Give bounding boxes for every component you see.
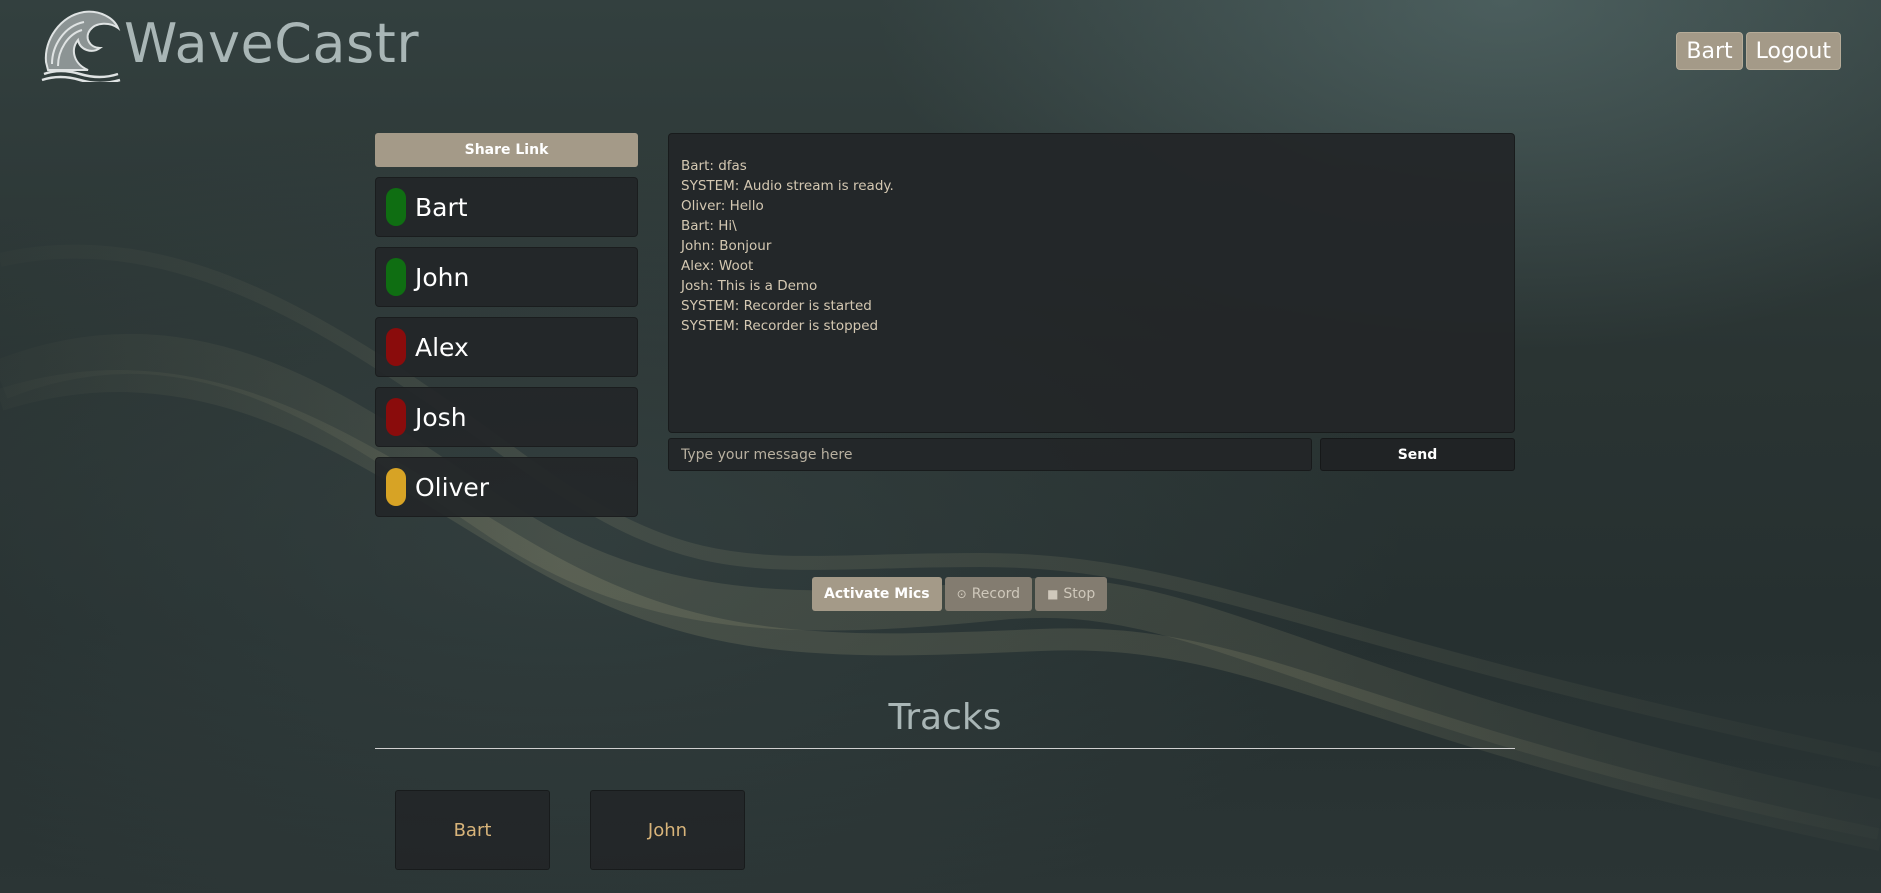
share-link-button[interactable]: Share Link [375, 133, 638, 167]
user-card: Oliver [375, 457, 638, 517]
record-label: Record [971, 586, 1021, 602]
record-circle-icon: ⊙ [956, 587, 967, 601]
activate-mics-button[interactable]: Activate Mics [812, 577, 942, 611]
user-list: Bart John Alex Josh Oliver [375, 177, 638, 527]
mic-status-indicator [386, 398, 406, 436]
track-card[interactable]: Bart [395, 790, 550, 870]
stop-button[interactable]: ■ Stop [1035, 577, 1108, 611]
chat-message: Oliver: Hello [681, 198, 764, 214]
send-button[interactable]: Send [1320, 438, 1515, 471]
tracks-divider [375, 748, 1515, 749]
wave-logo-icon [41, 10, 121, 82]
mic-status-indicator [386, 468, 406, 506]
mic-status-indicator [386, 328, 406, 366]
app-name: WaveCastr [124, 11, 420, 75]
user-card: John [375, 247, 638, 307]
header-actions: Bart Logout [1676, 32, 1841, 70]
chat-message: Bart: Hi\ [681, 218, 737, 234]
user-card: Bart [375, 177, 638, 237]
tracks-list: Bart John [395, 790, 745, 870]
logout-button[interactable]: Logout [1745, 32, 1841, 70]
user-name: Alex [415, 332, 469, 362]
record-button[interactable]: ⊙ Record [944, 577, 1033, 611]
stop-label: Stop [1063, 586, 1096, 602]
chat-message: SYSTEM: Recorder is stopped [681, 318, 879, 334]
user-name: Oliver [415, 472, 490, 502]
mic-status-indicator [386, 188, 406, 226]
mic-status-indicator [386, 258, 406, 296]
tracks-heading: Tracks [888, 697, 1002, 738]
chat-message: John: Bonjour [681, 238, 772, 254]
recording-controls: Activate Mics ⊙ Record ■ Stop [812, 577, 1108, 611]
user-card: Alex [375, 317, 638, 377]
user-name: Bart [415, 192, 468, 222]
activate-mics-label: Activate Mics [824, 586, 930, 602]
chat-message: Bart: dfas [681, 158, 747, 174]
chat-message: Josh: This is a Demo [681, 278, 818, 294]
chat-message: SYSTEM: Recorder is started [681, 298, 872, 314]
user-card: Josh [375, 387, 638, 447]
chat-message-input[interactable] [668, 438, 1312, 471]
chat-message: Alex: Woot [681, 258, 754, 274]
user-name: John [415, 262, 470, 292]
user-name: Josh [415, 402, 467, 432]
stop-square-icon: ■ [1047, 587, 1059, 601]
chat-log[interactable]: Bart: dfas SYSTEM: Audio stream is ready… [668, 133, 1515, 433]
brand[interactable]: WaveCastr [40, 4, 419, 82]
track-card[interactable]: John [590, 790, 745, 870]
profile-button[interactable]: Bart [1676, 32, 1743, 70]
chat-message: SYSTEM: Audio stream is ready. [681, 178, 894, 194]
